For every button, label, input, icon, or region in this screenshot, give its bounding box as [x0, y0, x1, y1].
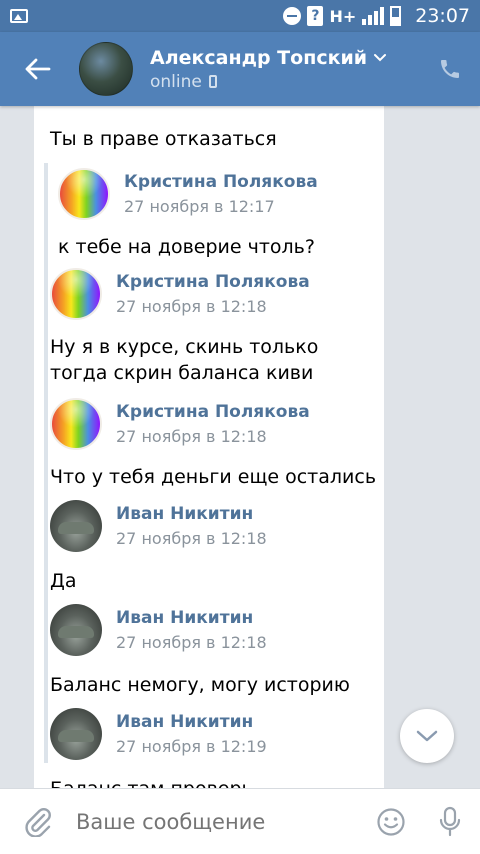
chat-header: Александр Топский online: [0, 32, 480, 106]
author-name[interactable]: Кристина Полякова: [124, 172, 318, 192]
message-date: 27 ноября в 12:18: [116, 633, 267, 652]
author-name[interactable]: Иван Никитин: [116, 504, 267, 524]
message-text: Ты в праве отказаться: [50, 128, 277, 150]
message-list[interactable]: Ты в праве отказаться Кристина Полякова …: [0, 106, 480, 788]
mobile-device-icon: [208, 75, 217, 88]
battery-icon: [390, 6, 402, 26]
call-button[interactable]: [420, 32, 480, 106]
contact-status: online: [150, 71, 202, 92]
message-date: 27 ноября в 12:18: [116, 529, 267, 548]
back-button[interactable]: [0, 32, 76, 106]
status-bar: ? H+ 23:07: [0, 0, 480, 32]
message-text: Ну я в курсе, скинь только тогда скрин б…: [50, 336, 319, 384]
chevron-down-icon: [416, 730, 438, 742]
contact-info[interactable]: Александр Топский online: [150, 47, 420, 92]
chevron-down-icon: [374, 53, 387, 61]
author-avatar[interactable]: [50, 604, 102, 656]
voice-message-button[interactable]: [420, 789, 480, 854]
scroll-down-button[interactable]: [400, 709, 454, 763]
message-author[interactable]: Кристина Полякова 27 ноября в 12:18: [50, 268, 310, 320]
message-date: 27 ноября в 12:18: [116, 297, 267, 316]
attach-button[interactable]: [0, 789, 76, 854]
message-text: к тебе на доверие чтоль?: [58, 236, 315, 258]
author-avatar[interactable]: [50, 708, 102, 760]
message-input-bar: [0, 788, 480, 854]
message-text: Баланс там проверь: [50, 776, 380, 788]
author-avatar[interactable]: [50, 268, 102, 320]
message-author[interactable]: Кристина Полякова 27 ноября в 12:18: [50, 398, 310, 450]
signal-strength-icon: [362, 7, 385, 25]
status-time: 23:07: [415, 5, 470, 27]
message-author[interactable]: Иван Никитин 27 ноября в 12:18: [50, 604, 267, 656]
message-date: 27 ноября в 12:18: [116, 427, 267, 446]
network-type: H+: [329, 6, 357, 26]
smile-icon: [377, 807, 405, 836]
contact-name: Александр Топский: [150, 46, 368, 69]
forward-line: [44, 163, 48, 763]
message-date: 27 ноября в 12:17: [124, 197, 275, 216]
author-avatar[interactable]: [50, 500, 102, 552]
message-author[interactable]: Иван Никитин 27 ноября в 12:18: [50, 500, 267, 552]
do-not-disturb-icon: [283, 7, 302, 25]
author-name[interactable]: Кристина Полякова: [116, 402, 310, 422]
message-text: Да: [50, 570, 77, 592]
sim-unknown-icon: ?: [307, 6, 324, 26]
message-date: 27 ноября в 12:19: [116, 737, 267, 756]
microphone-icon: [439, 806, 461, 836]
contact-status-row: online: [150, 72, 420, 92]
emoji-button[interactable]: [362, 789, 420, 854]
author-name[interactable]: Кристина Полякова: [116, 272, 310, 292]
paperclip-icon: [25, 807, 51, 837]
message-author[interactable]: Иван Никитин 27 ноября в 12:19: [50, 708, 267, 760]
message-author[interactable]: Кристина Полякова 27 ноября в 12:17: [58, 168, 318, 220]
image-notification-icon: [10, 9, 28, 23]
contact-avatar[interactable]: [79, 42, 133, 96]
message-text: Баланс немогу, могу историю: [50, 674, 350, 696]
author-name[interactable]: Иван Никитин: [116, 608, 267, 628]
message-input[interactable]: [76, 809, 362, 834]
contact-name-row: Александр Топский: [150, 47, 420, 69]
author-avatar[interactable]: [58, 168, 110, 220]
message-text: Что у тебя деньги еще остались: [50, 466, 377, 488]
arrow-left-icon: [25, 58, 51, 80]
author-name[interactable]: Иван Никитин: [116, 712, 267, 732]
author-avatar[interactable]: [50, 398, 102, 450]
phone-icon: [441, 60, 459, 78]
